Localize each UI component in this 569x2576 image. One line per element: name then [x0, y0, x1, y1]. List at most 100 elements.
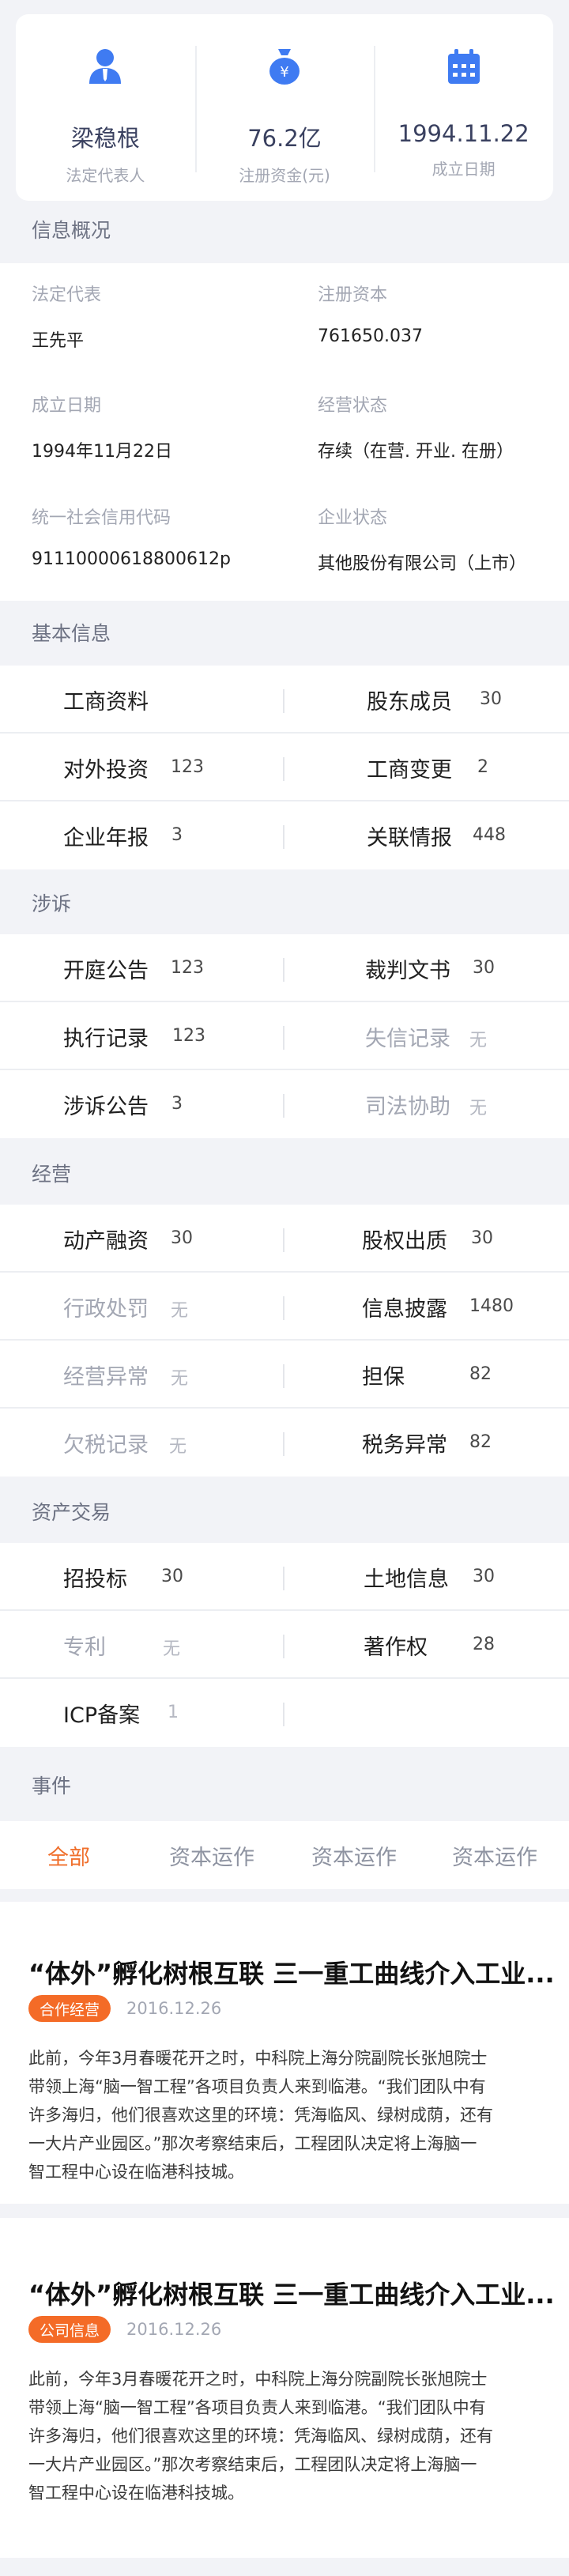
litigation-title: 涉诉	[32, 892, 72, 915]
grid-item[interactable]: 税务异常	[362, 1409, 447, 1477]
article-line: 一大片产业园区。”那次考察结束后，工程团队决定将上海脑一	[28, 2455, 477, 2474]
grid-item[interactable]: 开庭公告	[63, 934, 149, 1002]
article-line: 此前，今年3月春暖花开之时，中科院上海分院副院长张旭院士	[28, 2049, 488, 2068]
founded-label: 成立日期	[431, 160, 496, 179]
grid-item[interactable]: 著作权	[364, 1611, 428, 1679]
field-label: 法定代表	[32, 285, 102, 305]
grid-item[interactable]: 企业年报	[63, 801, 149, 869]
capital-summary: ¥ 76.2亿 注册资金(元)	[194, 14, 375, 201]
tab-capital-ops-3[interactable]: 资本运作	[452, 1821, 537, 1889]
grid-item[interactable]: 工商变更	[367, 734, 452, 801]
grid-row: 动产融资 30 股权出质 30	[0, 1205, 569, 1273]
grid-item[interactable]: 司法协助	[365, 1070, 450, 1138]
grid-row: 行政处罚 无 信息披露 1480	[0, 1273, 569, 1341]
item-name: 专利	[63, 1635, 106, 1660]
grid-item[interactable]: 涉诉公告	[63, 1070, 149, 1138]
grid-item[interactable]: 专利	[63, 1611, 106, 1679]
item-name: 招投标	[63, 1567, 127, 1592]
field-label: 成立日期	[32, 396, 102, 416]
item-count: 30	[473, 1567, 495, 1586]
field-label: 统一社会信用代码	[32, 508, 171, 528]
article-date: 2016.12.26	[126, 1999, 222, 2018]
item-count: 无	[171, 1301, 189, 1321]
item-name: 担保	[362, 1364, 405, 1390]
field-value: 存续（在营. 开业. 在册）	[318, 442, 514, 462]
overview-title: 信息概况	[32, 219, 111, 242]
grid-item[interactable]: 欠税记录	[63, 1409, 149, 1477]
founded-summary: 1994.11.22 成立日期	[374, 14, 553, 201]
item-count: 无	[469, 1031, 488, 1050]
item-count: 3	[171, 1094, 183, 1114]
grid-item[interactable]: 执行记录	[63, 1002, 149, 1070]
legal-rep-summary[interactable]: 梁稳根 法定代表人	[16, 14, 195, 201]
grid-item[interactable]: 失信记录	[365, 1002, 450, 1070]
item-count: 无	[163, 1639, 181, 1659]
grid-item[interactable]: 经营异常	[63, 1341, 149, 1409]
item-count: 30	[161, 1567, 183, 1586]
grid-item[interactable]: 招投标	[63, 1543, 127, 1611]
field-value: 91110000618800612p	[32, 549, 231, 569]
grid-item[interactable]: 对外投资	[63, 734, 149, 801]
assets-grid: 招投标 30 土地信息 30 专利 无 著作权 28 ICP备案 1	[0, 1543, 569, 1747]
grid-item[interactable]: 动产融资	[63, 1205, 149, 1273]
item-count: 82	[469, 1432, 492, 1452]
grid-item[interactable]: 工商资料	[63, 666, 149, 734]
article-line: 智工程中心设在临港科技城。	[28, 2163, 244, 2182]
item-name: 欠税记录	[63, 1432, 149, 1458]
grid-item[interactable]: 裁判文书	[365, 934, 450, 1002]
grid-item[interactable]: 股东成员	[367, 666, 452, 734]
operation-title: 经营	[32, 1163, 72, 1186]
grid-row: 经营异常 无 担保 82	[0, 1341, 569, 1409]
article-line: 智工程中心设在临港科技城。	[28, 2484, 244, 2502]
article-line: 许多海归，他们很喜欢这里的环境：凭海临风、绿树成荫，还有	[28, 2427, 493, 2446]
company-summary-card: 梁稳根 法定代表人 ¥ 76.2亿 注册资金(元) 1994.11.22 成立日…	[16, 14, 553, 201]
events-title: 事件	[32, 1775, 72, 1797]
grid-row: 招投标 30 土地信息 30	[0, 1543, 569, 1611]
grid-item[interactable]: ICP备案	[63, 1679, 140, 1747]
legal-rep-label: 法定代表人	[66, 166, 145, 185]
grid-item[interactable]: 担保	[362, 1341, 405, 1409]
person-icon	[83, 44, 127, 89]
article-tag: 合作经营	[28, 1995, 111, 2022]
grid-item[interactable]: 行政处罚	[63, 1273, 149, 1341]
article-body: 此前，今年3月春暖花开之时，中科院上海分院副院长张旭院士 带领上海“脑一智工程”…	[28, 2044, 542, 2186]
item-name: 工商资料	[63, 689, 149, 715]
grid-item[interactable]: 关联情报	[367, 801, 452, 869]
item-count: 2	[477, 757, 488, 777]
field-label: 企业状态	[318, 508, 388, 528]
item-name: 股权出质	[362, 1228, 447, 1254]
item-count: 3	[171, 825, 183, 845]
grid-item[interactable]: 信息披露	[362, 1273, 447, 1341]
article-line: 许多海归，他们很喜欢这里的环境：凭海临风、绿树成荫，还有	[28, 2106, 493, 2125]
item-count: 无	[171, 1369, 189, 1389]
item-name: 工商变更	[367, 757, 452, 783]
grid-row: 执行记录 123 失信记录 无	[0, 1002, 569, 1070]
item-count: 123	[172, 1026, 205, 1046]
tab-capital-ops-1[interactable]: 资本运作	[169, 1821, 254, 1889]
field-value: 其他股份有限公司（上市）	[318, 554, 527, 574]
item-count: 28	[473, 1635, 495, 1654]
item-name: 关联情报	[367, 825, 452, 850]
grid-item[interactable]: 土地信息	[364, 1543, 449, 1611]
item-count: 30	[471, 1228, 493, 1248]
money-bag-icon: ¥	[262, 44, 307, 89]
capital-label: 注册资金(元)	[239, 166, 330, 185]
tab-all[interactable]: 全部	[47, 1821, 90, 1889]
grid-row: 涉诉公告 3 司法协助 无	[0, 1070, 569, 1138]
grid-item[interactable]: 股权出质	[362, 1205, 447, 1273]
overview-field: 法定代表 王先平	[32, 281, 102, 351]
item-count: 82	[469, 1364, 492, 1384]
item-name: 动产融资	[63, 1228, 149, 1254]
item-name: 土地信息	[364, 1567, 449, 1592]
article-tag: 公司信息	[28, 2316, 111, 2343]
grid-row: 专利 无 著作权 28	[0, 1611, 569, 1679]
item-name: 裁判文书	[365, 958, 450, 983]
tab-capital-ops-2[interactable]: 资本运作	[311, 1821, 397, 1889]
event-article[interactable]: “体外”孵化树根互联 三一重工曲线介入工业... 合作经营 2016.12.26…	[0, 1902, 569, 2204]
event-article[interactable]: “体外”孵化树根互联 三一重工曲线介入工业... 公司信息 2016.12.26…	[0, 2218, 569, 2558]
svg-text:¥: ¥	[280, 64, 288, 81]
item-name: 开庭公告	[63, 958, 149, 983]
item-name: ICP备案	[63, 1703, 141, 1728]
item-count: 30	[171, 1228, 193, 1248]
item-count: 1480	[469, 1296, 514, 1316]
